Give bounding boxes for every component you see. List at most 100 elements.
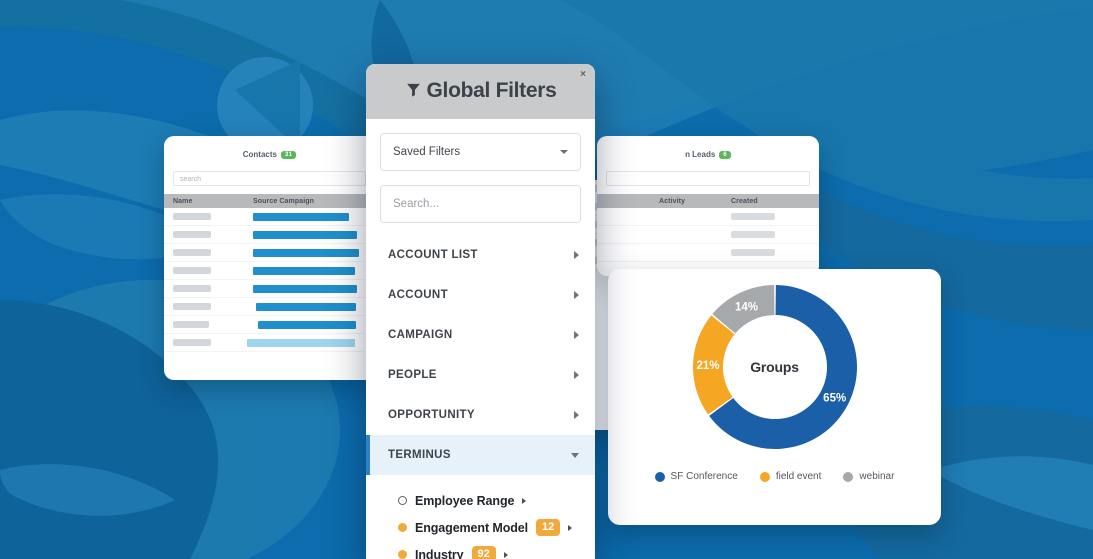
row-created-placeholder: [731, 249, 775, 256]
row-campaign-bar: [253, 230, 357, 239]
filter-category-account[interactable]: ACCOUNT: [366, 275, 595, 315]
leads-title-text: n Leads: [685, 150, 716, 159]
contacts-title-text: Contacts: [242, 150, 277, 159]
contacts-panel-title: Contacts 31: [164, 136, 375, 171]
groups-donut-chart-card: 65% 21% 14% Groups SF Conference field even…: [608, 269, 941, 525]
chart-legend: SF Conference field event webinar: [608, 465, 941, 482]
chevron-right-icon: [574, 291, 579, 299]
leads-table-body: [597, 208, 819, 262]
filter-category-label: PEOPLE: [388, 369, 437, 381]
table-row[interactable]: [164, 316, 375, 334]
table-row[interactable]: [164, 334, 375, 352]
legend-item[interactable]: SF Conference: [654, 471, 738, 482]
table-row[interactable]: [597, 244, 819, 262]
leads-table-header: Activity Created: [597, 194, 819, 208]
table-row[interactable]: [164, 298, 375, 316]
filter-category-label: TERMINUS: [388, 449, 451, 461]
donut-slice-label: 14%: [734, 301, 757, 313]
row-created-placeholder: [731, 231, 775, 238]
filter-category-terminus[interactable]: TERMINUS: [366, 435, 595, 475]
filter-search-input[interactable]: Search...: [380, 185, 581, 223]
legend-label: SF Conference: [670, 471, 738, 482]
chevron-right-icon[interactable]: [522, 497, 527, 504]
subfilter-engagement-model[interactable]: Engagement Model 12: [366, 514, 595, 541]
filter-category-account-list[interactable]: ACCOUNT LIST: [366, 235, 595, 275]
radio-unselected-icon[interactable]: [398, 496, 407, 505]
leads-col-created: Created: [731, 197, 758, 205]
row-name-placeholder: [173, 321, 209, 328]
funnel-icon: [405, 80, 422, 104]
subfilter-industry[interactable]: Industry 92: [366, 541, 595, 559]
legend-item[interactable]: field event: [759, 471, 822, 482]
leads-search-input[interactable]: [606, 171, 810, 186]
subfilter-count-badge: 92: [471, 546, 496, 559]
table-row[interactable]: [164, 262, 375, 280]
table-row[interactable]: [164, 226, 375, 244]
row-name-placeholder: [173, 231, 211, 238]
donut-slice-label: 65%: [823, 392, 846, 404]
legend-label: webinar: [859, 471, 895, 482]
chevron-right-icon: [574, 251, 579, 259]
table-row[interactable]: [597, 208, 819, 226]
filter-category-label: ACCOUNT LIST: [388, 249, 478, 261]
leads-panel-title: n Leads 6: [597, 136, 819, 171]
table-row[interactable]: [164, 280, 375, 298]
row-name-placeholder: [173, 213, 211, 220]
legend-swatch: [759, 471, 770, 482]
legend-label: field event: [775, 471, 822, 482]
subfilter-employee-range[interactable]: Employee Range: [366, 487, 595, 514]
leads-panel: n Leads 6 Activity Created: [597, 136, 819, 276]
row-name-placeholder: [173, 339, 211, 346]
radio-selected-icon[interactable]: [398, 550, 407, 559]
filter-category-people[interactable]: PEOPLE: [366, 355, 595, 395]
subfilter-label: Industry: [415, 547, 464, 559]
table-row[interactable]: [164, 208, 375, 226]
filter-category-opportunity[interactable]: OPPORTUNITY: [366, 395, 595, 435]
contacts-count-badge: 31: [280, 150, 297, 159]
filter-category-label: OPPORTUNITY: [388, 409, 475, 421]
modal-title-text: Global Filters: [426, 79, 557, 102]
saved-filters-select[interactable]: Saved Filters: [380, 133, 581, 171]
donut-chart: 65% 21% 14% Groups: [608, 269, 941, 465]
radio-selected-icon[interactable]: [398, 523, 407, 532]
contacts-table-header: Name Source Campaign: [164, 194, 375, 208]
modal-title: Global Filters: [405, 79, 557, 104]
chevron-right-icon[interactable]: [503, 551, 508, 558]
row-campaign-bar: [256, 302, 356, 311]
subfilter-label: Employee Range: [415, 493, 515, 508]
subfilter-count-badge: 12: [536, 519, 561, 536]
global-filters-modal: Global Filters × Saved Filters Search...…: [366, 64, 595, 559]
contacts-panel: Contacts 31 search Name Source Campaign: [164, 136, 375, 380]
legend-swatch: [843, 471, 854, 482]
filter-category-list: ACCOUNT LIST ACCOUNT CAMPAIGN PEOPLE OPPORTU…: [366, 235, 595, 475]
filter-category-campaign[interactable]: CAMPAIGN: [366, 315, 595, 355]
row-campaign-bar: [253, 212, 349, 221]
chevron-right-icon: [574, 411, 579, 419]
modal-header: Global Filters ×: [366, 64, 595, 119]
table-row[interactable]: [597, 226, 819, 244]
close-icon[interactable]: ×: [580, 70, 586, 80]
contacts-search-input[interactable]: search: [173, 171, 366, 186]
chevron-down-icon: [571, 452, 579, 458]
leads-count-badge: 6: [719, 150, 731, 159]
chevron-down-icon: [560, 150, 568, 154]
subfilter-label: Engagement Model: [415, 520, 528, 535]
legend-item[interactable]: webinar: [843, 471, 894, 482]
chevron-right-icon[interactable]: [568, 524, 573, 531]
row-campaign-bar: [247, 338, 355, 347]
legend-swatch: [654, 471, 665, 482]
row-campaign-bar: [253, 284, 357, 293]
row-campaign-bar: [253, 266, 355, 275]
filter-category-label: ACCOUNT: [388, 289, 448, 301]
contacts-col-name: Name: [173, 197, 193, 205]
table-row[interactable]: [164, 244, 375, 262]
chevron-right-icon: [574, 331, 579, 339]
row-name-placeholder: [173, 267, 211, 274]
filter-search-placeholder: Search...: [393, 198, 440, 210]
chevron-right-icon: [574, 371, 579, 379]
row-name-placeholder: [173, 303, 211, 310]
screenshot-stage: Contacts 31 search Name Source Campaign n…: [0, 0, 1093, 559]
terminus-subfilter-list: Employee Range Engagement Model 12 Industry…: [366, 475, 595, 559]
contacts-table-body: [164, 208, 375, 352]
row-campaign-bar: [258, 320, 356, 329]
